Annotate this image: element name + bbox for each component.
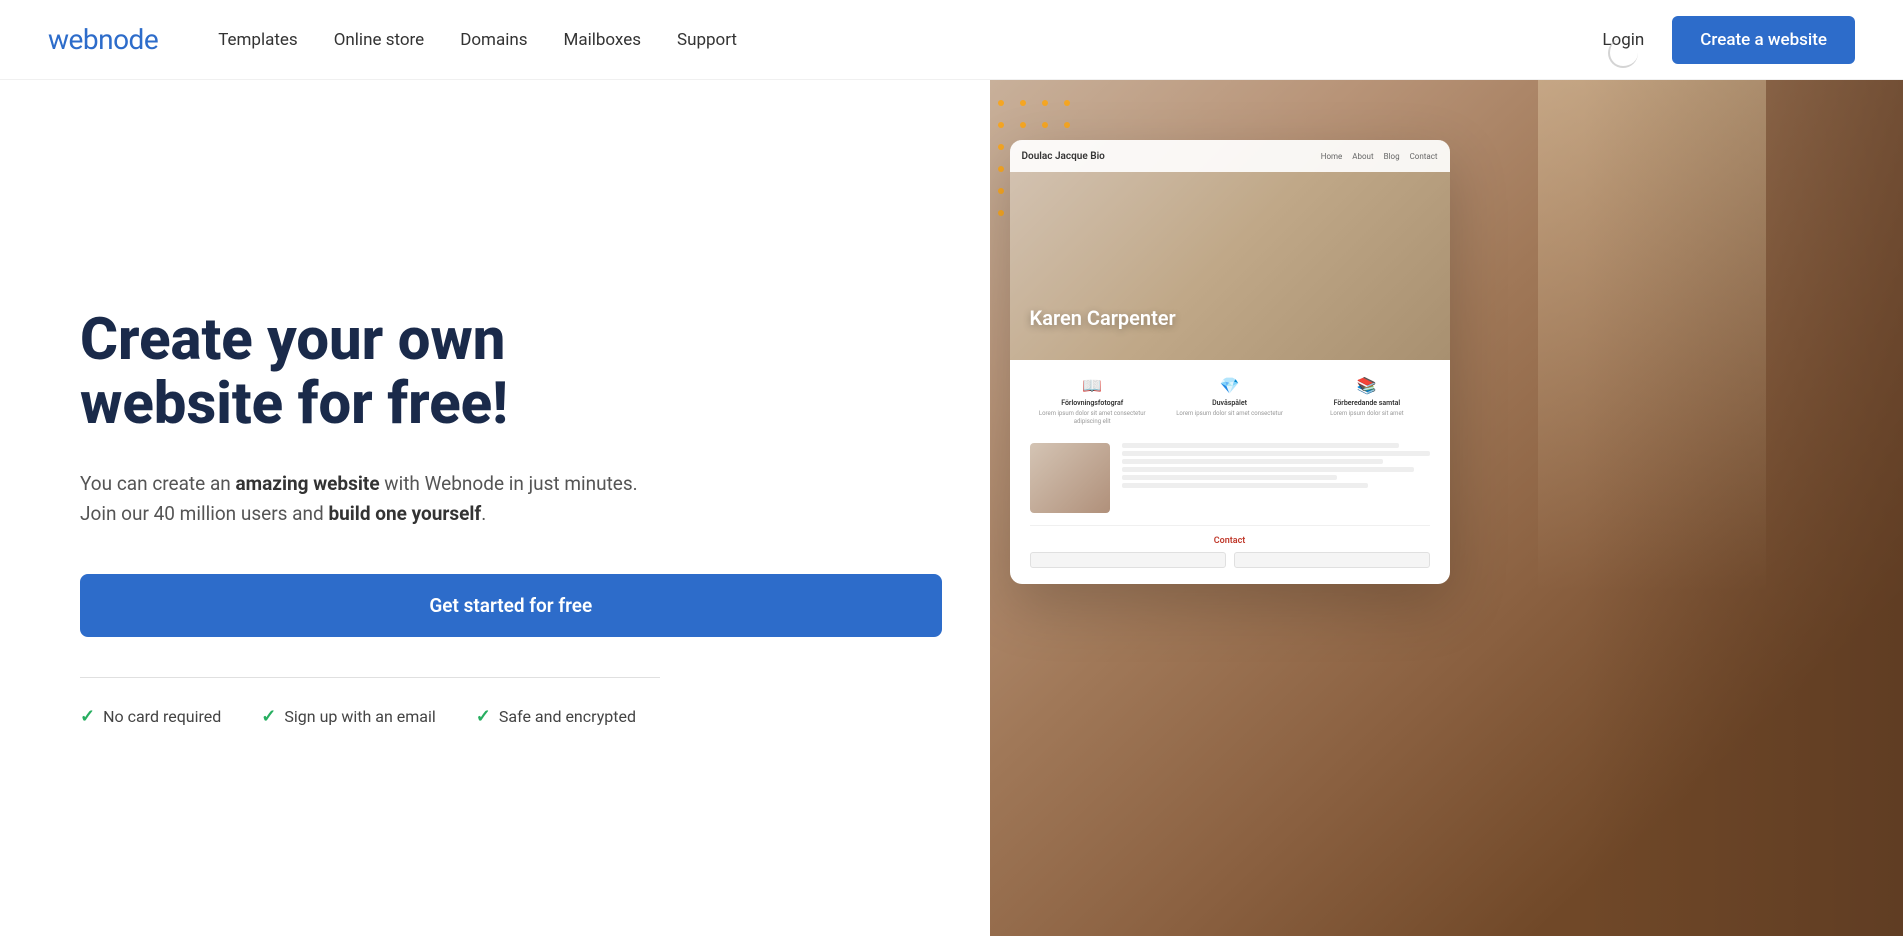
preview-form-field-1	[1030, 552, 1226, 568]
hero-section: Create your own website for free! You ca…	[0, 80, 1903, 936]
dot	[1020, 122, 1026, 128]
trust-badge-1: ✓ No card required	[80, 706, 221, 727]
nav-mailboxes[interactable]: Mailboxes	[564, 30, 641, 50]
login-button[interactable]: Login	[1602, 30, 1644, 50]
dot	[998, 210, 1004, 216]
preview-body: 📖 Förlovningsfotograf Lorem ipsum dolor …	[1010, 360, 1450, 584]
hero-heading: Create your own website for free!	[80, 309, 942, 437]
header: webnode Templates Online store Domains M…	[0, 0, 1903, 80]
trust-label-1: No card required	[103, 707, 221, 726]
dot	[998, 100, 1004, 106]
preview-hero-name: Karen Carpenter	[1030, 306, 1176, 330]
create-website-button[interactable]: Create a website	[1672, 16, 1855, 64]
dot	[1042, 122, 1048, 128]
dot	[998, 166, 1004, 172]
dot	[1042, 100, 1048, 106]
header-right: Login Create a website	[1602, 16, 1855, 64]
preview-form-row	[1030, 552, 1430, 568]
check-icon-3: ✓	[476, 706, 491, 727]
main-nav: Templates Online store Domains Mailboxes…	[218, 30, 737, 50]
check-icon-2: ✓	[261, 706, 276, 727]
divider	[80, 677, 660, 678]
trust-badge-2: ✓ Sign up with an email	[261, 706, 435, 727]
book2-icon: 📚	[1304, 376, 1429, 395]
dot	[1064, 100, 1070, 106]
hero-right: Doulac Jacque Bio Home About Blog Contac…	[990, 80, 1903, 936]
preview-feature-2: 💎 Duvåspålet Lorem ipsum dolor sit amet …	[1167, 376, 1292, 427]
nav-templates[interactable]: Templates	[218, 30, 298, 50]
preview-nav: Doulac Jacque Bio Home About Blog Contac…	[1010, 140, 1450, 172]
trust-label-2: Sign up with an email	[284, 707, 435, 726]
preview-text-lines	[1122, 443, 1430, 488]
trust-label-3: Safe and encrypted	[499, 707, 636, 726]
book-icon: 📖	[1030, 376, 1155, 395]
preview-card: Doulac Jacque Bio Home About Blog Contac…	[1010, 140, 1450, 584]
nav-online-store[interactable]: Online store	[334, 30, 424, 50]
preview-bottom	[1030, 443, 1430, 513]
nav-domains[interactable]: Domains	[460, 30, 527, 50]
preview-nav-links: Home About Blog Contact	[1321, 152, 1438, 161]
diamond-icon: 💎	[1167, 376, 1292, 395]
preview-contact: Contact	[1030, 525, 1430, 568]
dot	[1020, 100, 1026, 106]
preview-text-block	[1122, 443, 1430, 488]
dot	[998, 188, 1004, 194]
preview-contact-title: Contact	[1030, 536, 1430, 546]
preview-features: 📖 Förlovningsfotograf Lorem ipsum dolor …	[1030, 376, 1430, 427]
nav-support[interactable]: Support	[677, 30, 737, 50]
check-icon-1: ✓	[80, 706, 95, 727]
preview-image	[1030, 443, 1110, 513]
cta-button[interactable]: Get started for free	[80, 574, 942, 637]
dot	[998, 122, 1004, 128]
logo[interactable]: webnode	[48, 23, 158, 56]
dot	[998, 144, 1004, 150]
preview-card-header: Doulac Jacque Bio Home About Blog Contac…	[1010, 140, 1450, 360]
trust-badge-3: ✓ Safe and encrypted	[476, 706, 636, 727]
preview-nav-logo: Doulac Jacque Bio	[1022, 151, 1105, 162]
trust-badges: ✓ No card required ✓ Sign up with an ema…	[80, 706, 942, 727]
preview-feature-1: 📖 Förlovningsfotograf Lorem ipsum dolor …	[1030, 376, 1155, 427]
hero-left: Create your own website for free! You ca…	[0, 80, 990, 936]
hero-description: You can create an amazing website with W…	[80, 469, 660, 530]
dot	[1064, 122, 1070, 128]
header-left: webnode Templates Online store Domains M…	[48, 23, 737, 56]
preview-form-field-2	[1234, 552, 1430, 568]
preview-feature-3: 📚 Förberedande samtal Lorem ipsum dolor …	[1304, 376, 1429, 427]
